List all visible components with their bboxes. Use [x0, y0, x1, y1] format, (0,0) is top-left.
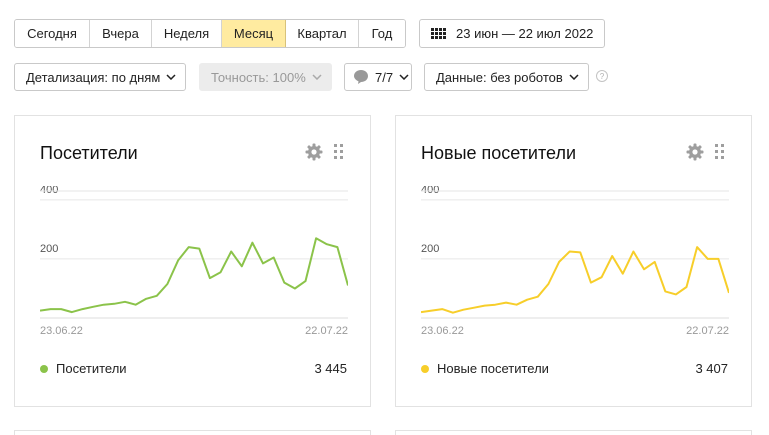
gear-icon[interactable] — [686, 143, 704, 161]
period-week-button[interactable]: Неделя — [152, 20, 222, 47]
drag-handle-icon[interactable] — [334, 144, 344, 160]
new-visitors-chart: 20040023.06.22 22.07.22 — [421, 186, 729, 337]
x-tick-label: 23.06.22 — [40, 325, 83, 337]
new-visitors-card: Новые посетители 200 400 23.06.22 22.07.22 … — [395, 115, 752, 407]
legend-dot — [421, 364, 429, 373]
period-year-button[interactable]: Год — [359, 20, 405, 47]
x-tick-label: 23.06.22 — [421, 325, 464, 337]
card-title: Новые посетители — [421, 143, 577, 163]
segments-dropdown[interactable]: 7/7 — [344, 63, 412, 91]
chevron-down-icon — [569, 74, 579, 80]
help-icon[interactable]: ? — [596, 70, 608, 82]
gear-icon[interactable] — [305, 143, 323, 161]
legend-total: 3 445 — [314, 361, 347, 376]
date-range-button[interactable]: 23 июн — 22 июл 2022 — [419, 19, 605, 48]
period-selector: Сегодня Вчера Неделя Месяц Квартал Год — [14, 19, 406, 48]
legend-label: Посетители — [56, 361, 127, 376]
visitors-card: Посетители 200 400 23.06.22 22.07.22 Посети… — [14, 115, 371, 407]
accuracy-label: Точность: 100% — [211, 69, 306, 85]
data-filter-dropdown[interactable]: Данные: без роботов — [424, 63, 589, 91]
x-tick-label: 22.07.22 — [686, 325, 729, 337]
chevron-down-icon — [166, 74, 176, 80]
card-title: Посетители — [40, 143, 138, 163]
y-tick-label: 200 — [40, 243, 58, 255]
drag-handle-icon[interactable] — [715, 144, 725, 160]
chevron-down-icon — [312, 74, 322, 80]
period-today-button[interactable]: Сегодня — [15, 20, 90, 47]
x-tick-label: 22.07.22 — [305, 325, 348, 337]
period-month-button[interactable]: Месяц — [222, 20, 286, 47]
legend: Новые посетители 3 407 — [421, 361, 728, 376]
accuracy-dropdown[interactable]: Точность: 100% — [199, 63, 332, 91]
chevron-down-icon — [399, 74, 409, 80]
segment-icon — [354, 70, 368, 84]
detail-dropdown[interactable]: Детализация: по дням — [14, 63, 186, 91]
y-tick-label: 200 — [421, 243, 439, 255]
next-card-edge — [14, 430, 371, 435]
segments-label: 7/7 — [375, 69, 394, 85]
period-quarter-button[interactable]: Квартал — [286, 20, 359, 47]
legend-label: Новые посетители — [437, 361, 549, 376]
visitors-chart: 20040023.06.22 22.07.22 — [40, 186, 348, 337]
series-line — [421, 246, 729, 314]
legend: Посетители 3 445 — [40, 361, 347, 376]
detail-label: Детализация: по дням — [26, 69, 161, 85]
date-range-label: 23 июн — 22 июл 2022 — [456, 26, 594, 41]
legend-total: 3 407 — [695, 361, 728, 376]
data-filter-label: Данные: без роботов — [436, 69, 563, 85]
next-card-edge — [395, 430, 752, 435]
period-yesterday-button[interactable]: Вчера — [90, 20, 152, 47]
legend-dot — [40, 364, 48, 373]
calendar-icon — [431, 27, 446, 39]
series-line — [40, 237, 348, 314]
